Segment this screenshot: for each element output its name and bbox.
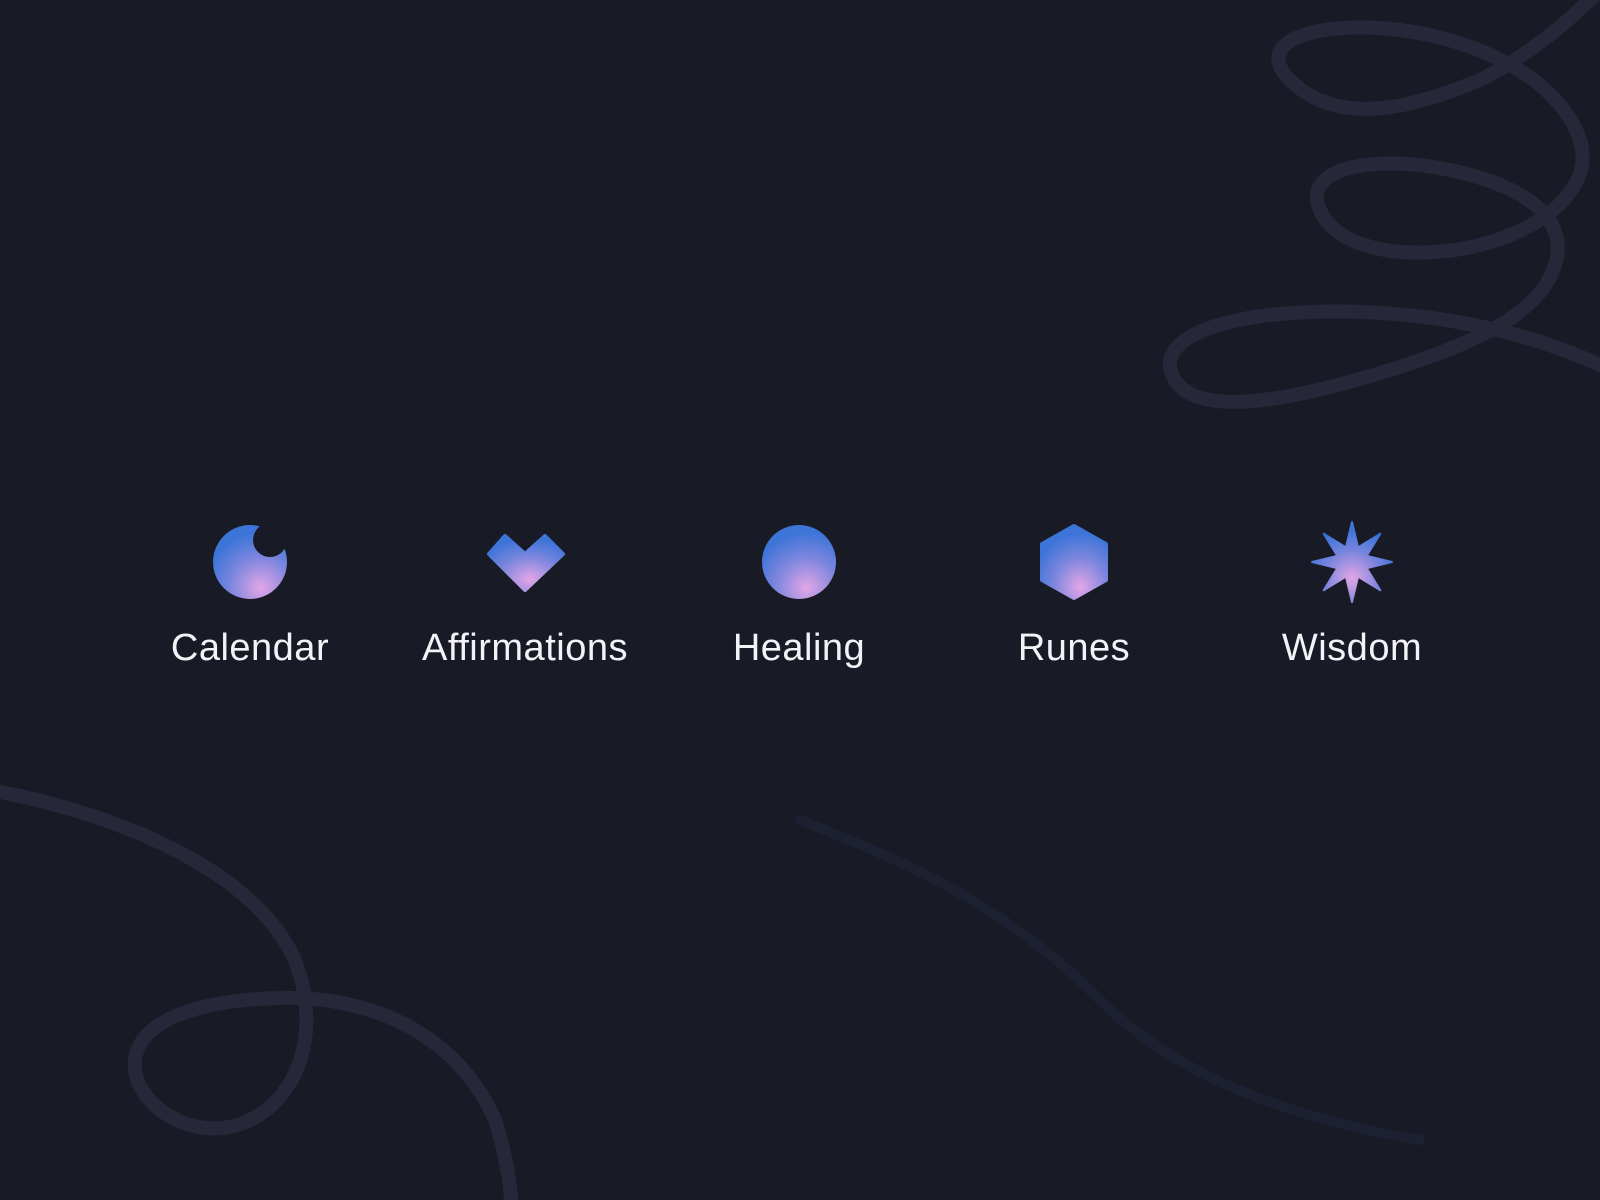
star-icon [1310,520,1394,604]
heart-icon [483,520,567,604]
menu-item-label: Calendar [170,627,330,669]
app-canvas: Calendar Affirmations Healing Runes Wisd… [0,0,1600,1200]
circle-icon [757,520,841,604]
menu-item-affirmations[interactable]: Affirmations [395,520,655,670]
menu-item-runes[interactable]: Runes [944,520,1204,670]
menu-item-label: Wisdom [1281,627,1423,669]
swirl-bottom-left [0,784,519,1200]
swirl-top-right [1162,0,1600,409]
menu-item-label: Healing [732,627,866,669]
menu-item-healing[interactable]: Healing [669,520,929,670]
menu-item-wisdom[interactable]: Wisdom [1222,520,1482,670]
menu-item-label: Affirmations [422,627,628,669]
moon-icon [208,520,292,604]
feature-menu: Calendar Affirmations Healing Runes Wisd… [0,520,1600,680]
swirl-faint [795,815,1425,1145]
menu-item-label: Runes [1017,627,1131,669]
hexagon-icon [1032,520,1116,604]
menu-item-calendar[interactable]: Calendar [120,520,380,670]
